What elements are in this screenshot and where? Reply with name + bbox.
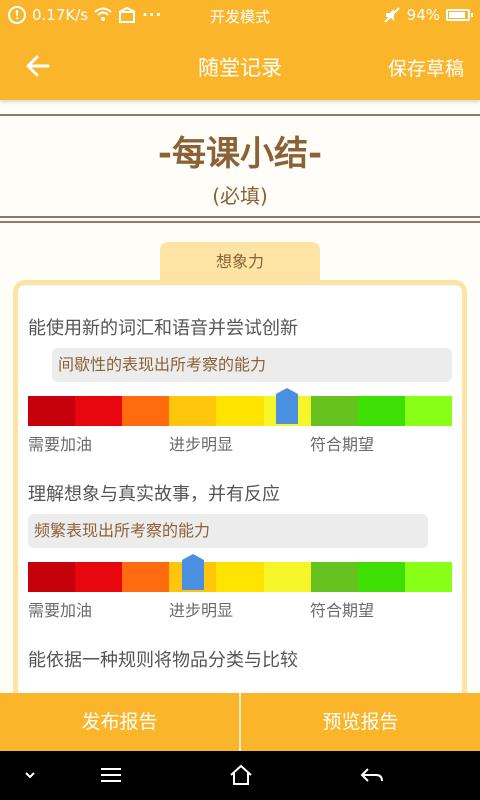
scale-segment[interactable]: [28, 396, 76, 426]
scale-segment[interactable]: [28, 562, 76, 592]
scale-segment[interactable]: [310, 396, 358, 426]
scale-label-mid: 进步明显: [169, 435, 234, 454]
rating-marker[interactable]: [182, 554, 204, 590]
scale-segment[interactable]: [216, 396, 264, 426]
action-bar: 发布报告 预览报告: [0, 693, 480, 751]
scale-segment[interactable]: [122, 396, 170, 426]
mute-icon: [383, 7, 400, 23]
scale-segment[interactable]: [122, 562, 170, 592]
scale-segment[interactable]: [357, 396, 405, 426]
rating-scale[interactable]: [28, 562, 452, 592]
scale-segment[interactable]: [216, 562, 264, 592]
home-icon[interactable]: [227, 763, 255, 787]
back-icon[interactable]: [358, 763, 386, 787]
scale-label-high: 符合期望: [310, 601, 375, 620]
divider: [0, 216, 480, 218]
scale-segment[interactable]: [75, 396, 123, 426]
scale-label-mid: 进步明显: [169, 601, 234, 620]
scale-segment[interactable]: [75, 562, 123, 592]
tab-imagination[interactable]: 想象力: [160, 242, 320, 282]
divider: [0, 114, 480, 116]
chevron-down-icon[interactable]: [16, 763, 44, 787]
rating-marker[interactable]: [276, 388, 298, 424]
question-title: 能使用新的词汇和语音并尝试创新: [28, 318, 298, 339]
scale-segment[interactable]: [404, 396, 452, 426]
answer-label: 频繁表现出所考察的能力: [28, 514, 428, 548]
question-title: 理解想象与真实故事，并有反应: [28, 484, 280, 505]
scale-segment[interactable]: [404, 562, 452, 592]
divider: [0, 221, 480, 223]
menu-icon[interactable]: [97, 763, 125, 787]
battery-icon: [446, 9, 473, 21]
preview-report-button[interactable]: 预览报告: [241, 693, 480, 751]
app-bar: 随堂记录 保存草稿: [0, 32, 480, 100]
save-draft-button[interactable]: 保存草稿: [388, 54, 464, 81]
scale-segment[interactable]: [169, 396, 217, 426]
required-note: (必填): [212, 184, 268, 208]
scale-label-low: 需要加油: [28, 435, 93, 454]
publish-report-button[interactable]: 发布报告: [0, 693, 239, 751]
rating-scale[interactable]: [28, 396, 452, 426]
question-title: 能依据一种规则将物品分类与比较: [28, 650, 298, 671]
scale-label-high: 符合期望: [310, 435, 375, 454]
answer-label: 间歇性的表现出所考察的能力: [52, 348, 452, 382]
scale-segment[interactable]: [357, 562, 405, 592]
summary-title: -每课小结-: [157, 134, 323, 174]
scale-segment[interactable]: [263, 562, 311, 592]
scale-segment[interactable]: [310, 562, 358, 592]
scale-label-low: 需要加油: [28, 601, 93, 620]
status-bar: ! 0.17K/s ··· 开发模式 94%: [0, 0, 480, 32]
system-nav-bar: [0, 751, 480, 800]
battery-percent: 94%: [406, 6, 440, 24]
